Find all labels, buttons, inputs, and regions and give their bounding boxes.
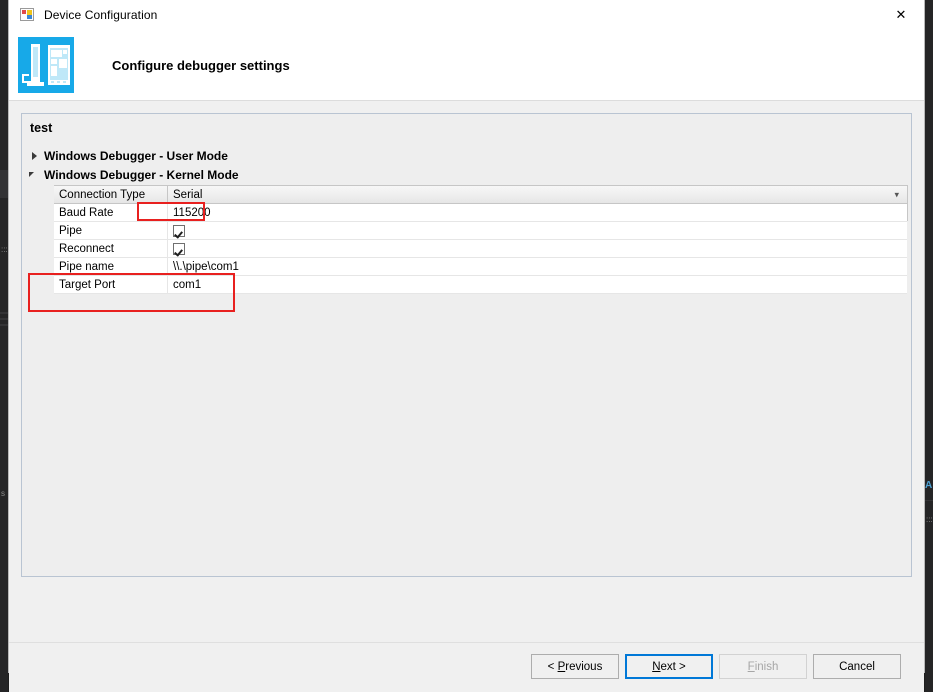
- group-label: Windows Debugger - User Mode: [44, 148, 228, 163]
- property-value-pipe[interactable]: [168, 222, 907, 239]
- property-value-connection-type[interactable]: Serial ▾: [168, 186, 907, 203]
- cancel-button[interactable]: Cancel: [813, 654, 901, 679]
- table-row[interactable]: Baud Rate 115200: [54, 204, 907, 222]
- desktop-background: ::: s A ::: Device Configuration ✕ Confi…: [0, 0, 933, 692]
- checkbox-pipe[interactable]: [173, 224, 185, 237]
- device-computer-tablet-icon: [18, 37, 74, 93]
- property-name: Baud Rate: [54, 204, 168, 221]
- triangle-down-icon[interactable]: [28, 169, 40, 181]
- winforms-designer-icon: [20, 7, 36, 23]
- table-row[interactable]: Connection Type Serial ▾: [54, 186, 907, 204]
- titlebar: Device Configuration ✕: [9, 0, 924, 30]
- grid-divider: [907, 185, 908, 221]
- settings-panel: test Windows Debugger - User Mode Window…: [21, 113, 912, 577]
- next-button[interactable]: Next >: [625, 654, 713, 679]
- panel-title: test: [30, 121, 53, 135]
- device-configuration-dialog: Device Configuration ✕ Configure debugge…: [8, 0, 925, 692]
- property-name: Pipe: [54, 222, 168, 239]
- background-window-left-strip: ::: s: [0, 0, 8, 692]
- page-title: Configure debugger settings: [112, 57, 290, 73]
- property-name: Reconnect: [54, 240, 168, 257]
- previous-button-label-rest: revious: [565, 660, 603, 673]
- dialog-body: test Windows Debugger - User Mode Window…: [9, 101, 924, 692]
- dialog-footer: < Previous Next > Finish Cancel CSDN @33…: [9, 642, 924, 692]
- close-icon[interactable]: ✕: [878, 0, 924, 30]
- property-value-reconnect[interactable]: [168, 240, 907, 257]
- group-windows-debugger-user-mode[interactable]: Windows Debugger - User Mode: [28, 146, 228, 165]
- property-name: Target Port: [54, 276, 168, 293]
- property-value-baud-rate[interactable]: 115200: [168, 204, 907, 221]
- window-title: Device Configuration: [44, 8, 158, 22]
- property-value-text: Serial: [173, 188, 203, 201]
- property-name: Pipe name: [54, 258, 168, 275]
- table-row[interactable]: Reconnect: [54, 240, 907, 258]
- finish-button: Finish: [719, 654, 807, 679]
- group-label: Windows Debugger - Kernel Mode: [44, 167, 239, 182]
- background-window-right-strip: A :::: [925, 0, 933, 692]
- property-name: Connection Type: [54, 186, 168, 203]
- next-button-label-rest: ext >: [660, 660, 686, 673]
- property-value-target-port[interactable]: com1: [168, 276, 907, 293]
- header-banner: Configure debugger settings: [9, 30, 924, 101]
- table-row[interactable]: Pipe name \\.\pipe\com1: [54, 258, 907, 276]
- previous-button[interactable]: < Previous: [531, 654, 619, 679]
- property-grid: Connection Type Serial ▾ Baud Rate 11520…: [54, 185, 907, 294]
- table-row[interactable]: Pipe: [54, 222, 907, 240]
- chevron-down-icon[interactable]: ▾: [894, 190, 899, 199]
- checkbox-reconnect[interactable]: [173, 242, 185, 255]
- property-value-pipe-name[interactable]: \\.\pipe\com1: [168, 258, 907, 275]
- table-row[interactable]: Target Port com1: [54, 276, 907, 294]
- button-row: < Previous Next > Finish Cancel: [531, 654, 901, 679]
- finish-button-label-rest: inish: [754, 660, 779, 673]
- group-windows-debugger-kernel-mode[interactable]: Windows Debugger - Kernel Mode: [28, 165, 239, 184]
- triangle-right-icon[interactable]: [28, 150, 40, 162]
